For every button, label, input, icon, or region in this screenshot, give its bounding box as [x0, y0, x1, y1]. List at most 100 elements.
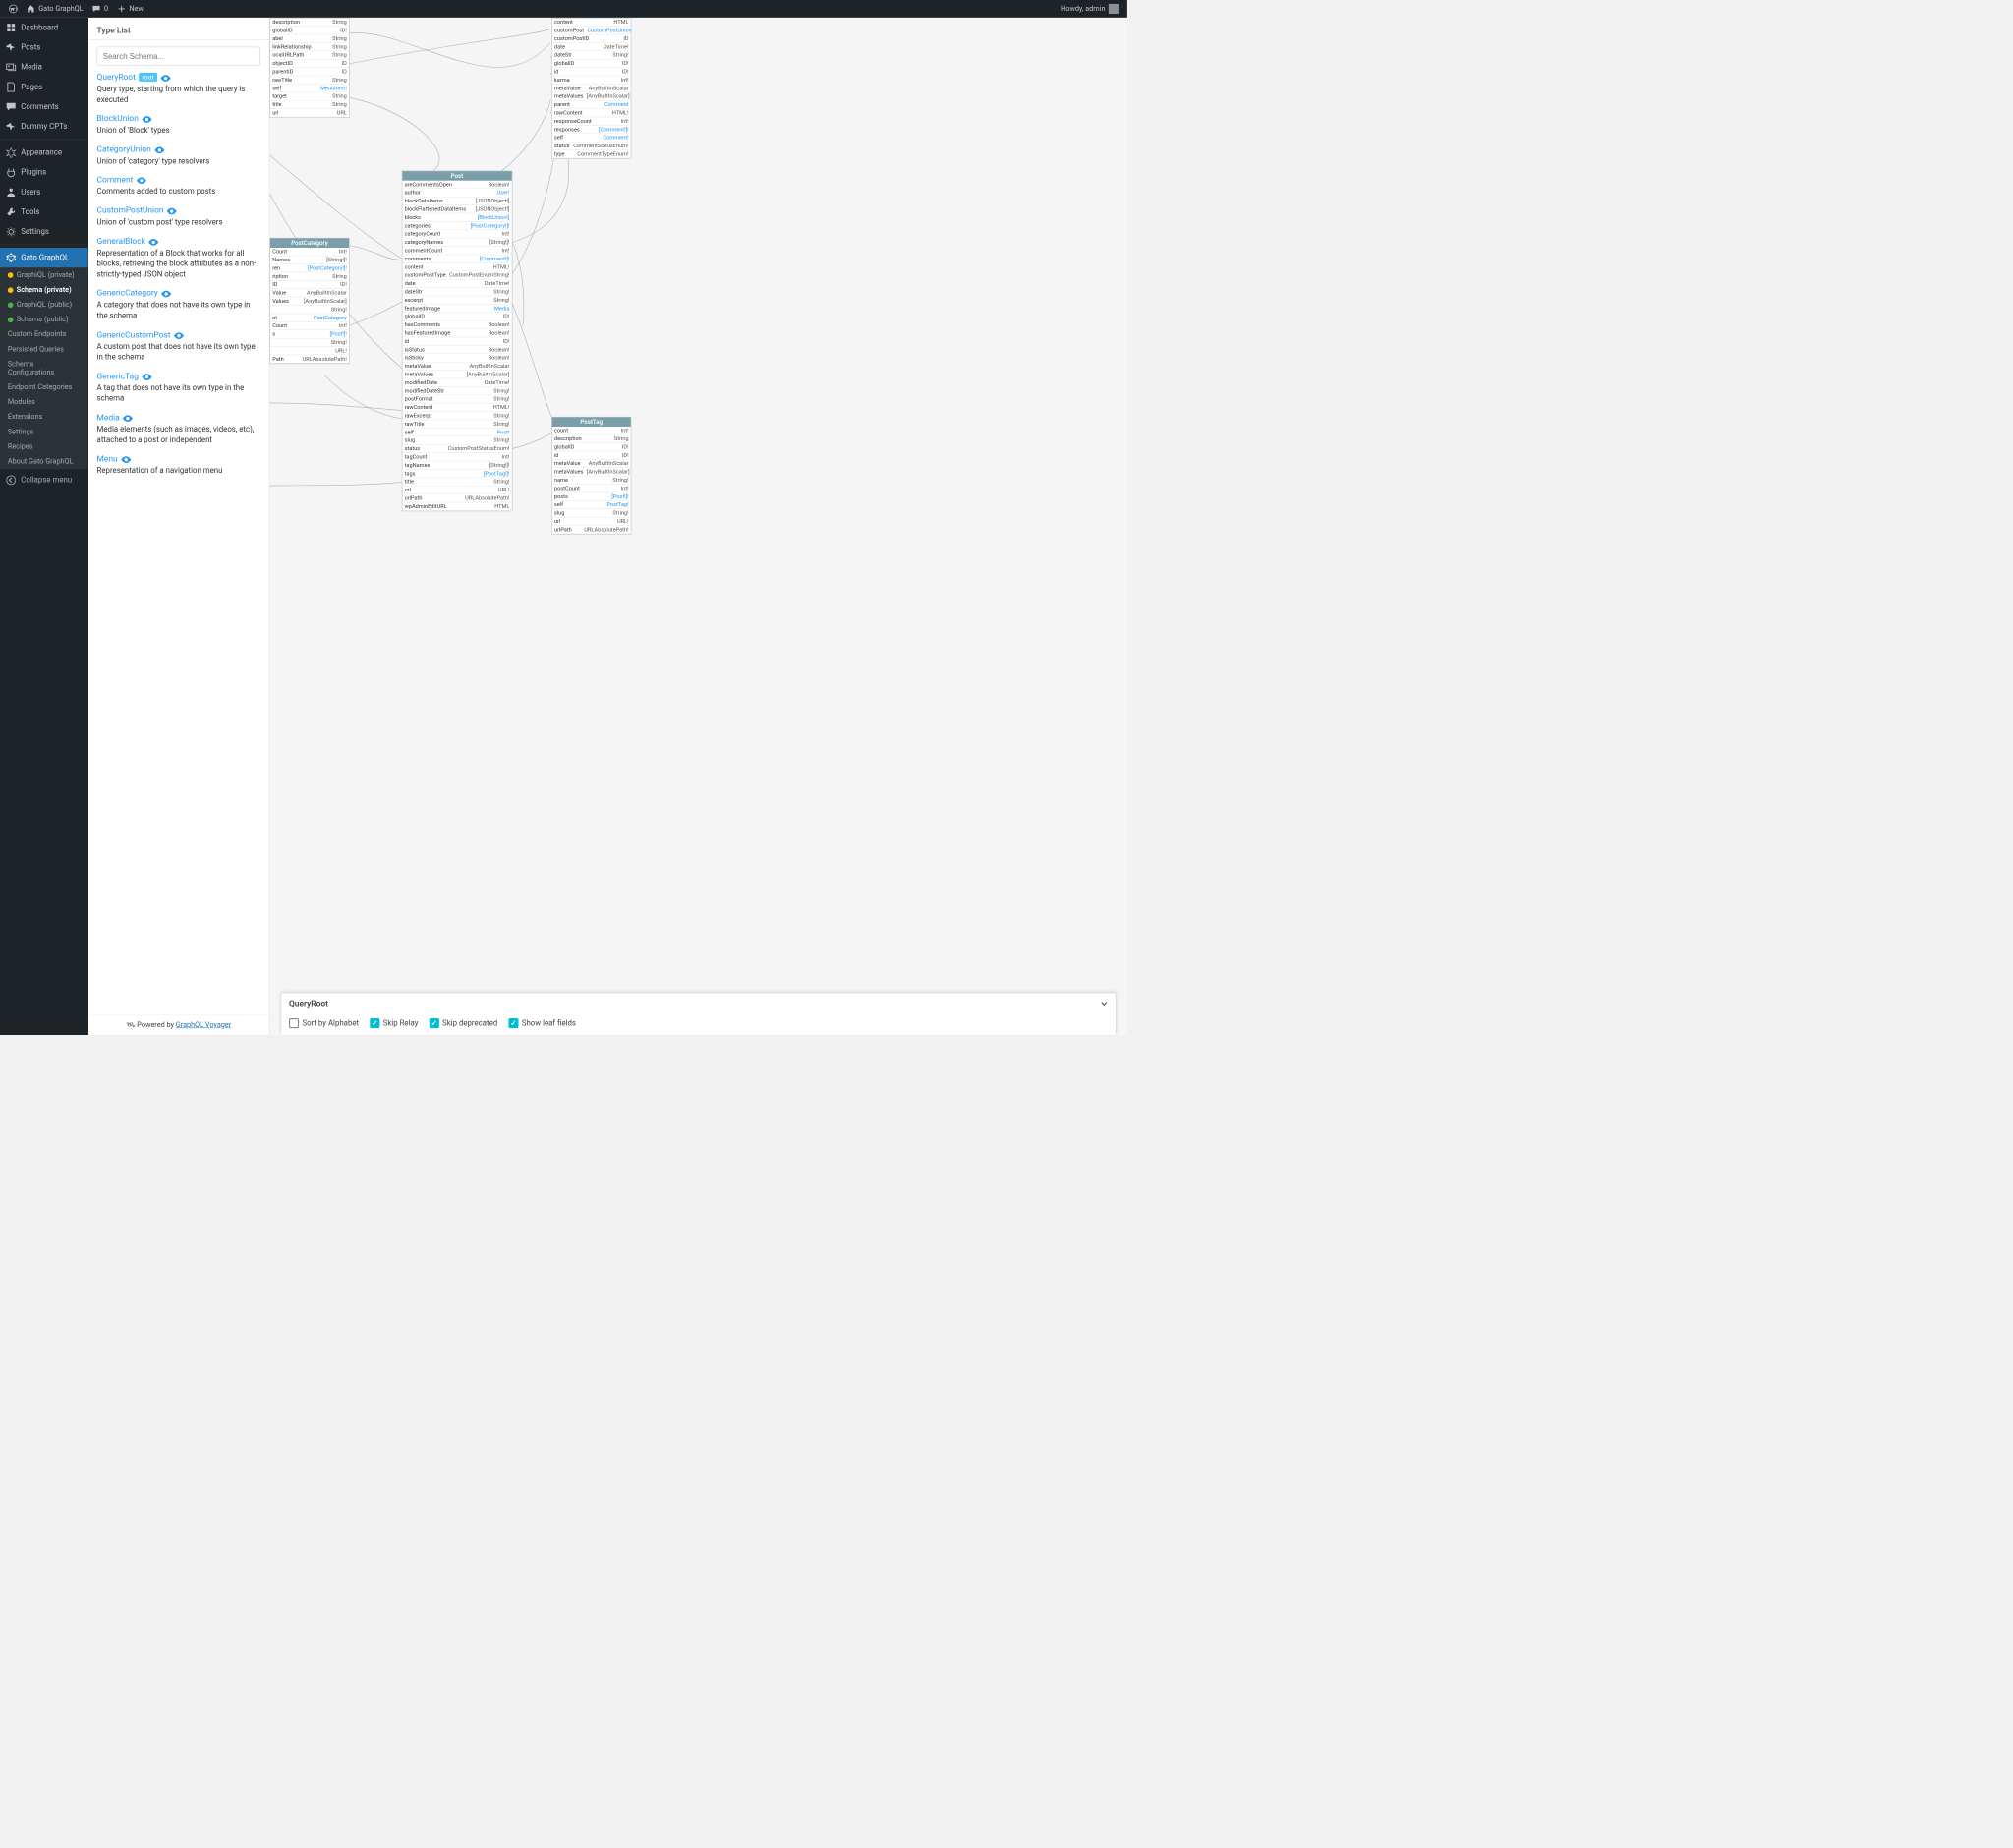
field-row[interactable]: responseCountInt! [552, 117, 631, 125]
field-row[interactable]: String! [270, 338, 349, 346]
search-input[interactable] [97, 47, 260, 66]
field-row[interactable]: isStatusBoolean! [402, 346, 511, 354]
sub-schema-public-[interactable]: Schema (public) [0, 313, 88, 327]
voyager-link[interactable]: GraphQL Voyager [176, 1021, 231, 1029]
sub-schema-private-[interactable]: Schema (private) [0, 282, 88, 297]
field-row[interactable]: linkRelationshipString [270, 43, 349, 51]
node-postcategory[interactable]: PostCategoryCountInt!Names[String!]!ren[… [269, 238, 349, 364]
field-row[interactable]: riptionString [270, 272, 349, 280]
type-list[interactable]: QueryRoot root Query type, starting from… [88, 70, 269, 1015]
menu-settings[interactable]: Settings [0, 222, 88, 242]
field-row[interactable]: comments[Comment!]! [402, 255, 511, 262]
field-row[interactable]: idID! [402, 337, 511, 345]
menu-tools[interactable]: Tools [0, 202, 88, 222]
sub-settings[interactable]: Settings [0, 425, 88, 439]
field-row[interactable]: String! [270, 306, 349, 314]
type-item[interactable]: GenericTag A tag that does not have its … [97, 371, 260, 404]
field-row[interactable]: metaValueAnyBuiltInScalar [552, 460, 631, 468]
field-row[interactable]: metaValueAnyBuiltInScalar [552, 85, 631, 92]
collapse-menu[interactable]: Collapse menu [0, 469, 88, 491]
new-content[interactable]: New [113, 0, 148, 18]
menu-appearance[interactable]: Appearance [0, 143, 88, 162]
sub-extensions[interactable]: Extensions [0, 410, 88, 425]
field-row[interactable]: URL! [270, 347, 349, 355]
field-row[interactable]: dateDateTime! [402, 279, 511, 287]
sub-graphiql-public-[interactable]: GraphiQL (public) [0, 297, 88, 312]
type-item[interactable]: QueryRoot root Query type, starting from… [97, 72, 260, 105]
field-row[interactable]: tagNames[String!]! [402, 461, 511, 469]
field-row[interactable]: idID! [552, 451, 631, 459]
field-row[interactable]: tags[PostTag!]! [402, 470, 511, 478]
field-row[interactable]: CountInt! [270, 248, 349, 256]
node-comment-partial[interactable]: contentHTMLcustomPostCustomPostUnioncust… [551, 18, 631, 159]
field-row[interactable]: rawExcerptString! [402, 412, 511, 420]
field-row[interactable]: blockDataItems[JSONObject!] [402, 197, 511, 204]
field-row[interactable]: rawTitleString [270, 76, 349, 84]
field-row[interactable]: countInt! [552, 427, 631, 434]
field-row[interactable]: categoryNames[String!]! [402, 238, 511, 246]
field-row[interactable]: modifiedDateStrString! [402, 387, 511, 395]
relay-checkbox[interactable]: Skip Relay [370, 1018, 418, 1028]
field-row[interactable]: ntPostCategory [270, 314, 349, 321]
leaf-checkbox[interactable]: Show leaf fields [508, 1018, 576, 1028]
menu-pages[interactable]: Pages [0, 77, 88, 96]
field-row[interactable]: ocalURLPathString [270, 51, 349, 59]
field-row[interactable]: postFormatString! [402, 395, 511, 403]
node-posttag[interactable]: PostTagcountInt!descriptionStringglobalI… [551, 417, 631, 535]
sub-about-gato-graphql[interactable]: About Gato GraphQL [0, 454, 88, 469]
type-item[interactable]: CustomPostUnion Union of 'custom post' t… [97, 205, 260, 228]
field-row[interactable]: customPostCustomPostUnion [552, 27, 631, 34]
field-row[interactable]: postCountInt! [552, 485, 631, 492]
field-row[interactable]: tagCountInt! [402, 453, 511, 461]
field-row[interactable]: metaValues[AnyBuiltInScalar] [552, 468, 631, 476]
field-row[interactable]: ren[PostCategory!]! [270, 264, 349, 272]
field-row[interactable]: featuredImageMedia [402, 305, 511, 313]
type-item[interactable]: GeneralBlock Representation of a Block t… [97, 236, 260, 280]
field-row[interactable]: idID! [552, 68, 631, 76]
field-row[interactable]: commentCountInt! [402, 247, 511, 255]
field-row[interactable]: karmaInt! [552, 76, 631, 84]
field-row[interactable]: dateStrString! [552, 51, 631, 59]
field-row[interactable]: slugString! [402, 436, 511, 444]
field-row[interactable]: areCommentsOpenBoolean! [402, 181, 511, 189]
sub-custom-endpoints[interactable]: Custom Endpoints [0, 327, 88, 342]
field-row[interactable]: customPostTypeCustomPostEnumString! [402, 271, 511, 279]
type-item[interactable]: BlockUnion Union of 'Block' types [97, 113, 260, 136]
type-item[interactable]: Menu Representation of a navigation menu [97, 453, 260, 476]
field-row[interactable]: rawContentHTML! [402, 403, 511, 411]
field-row[interactable]: wpAdminEditURLHTML [402, 502, 511, 510]
field-row[interactable]: authorUser! [402, 189, 511, 197]
field-row[interactable]: CountInt! [270, 322, 349, 330]
field-row[interactable]: PathURLAbsolutePath! [270, 355, 349, 363]
field-row[interactable]: urlPathURLAbsolutePath! [552, 526, 631, 534]
field-row[interactable]: posts[Post!]! [552, 492, 631, 500]
wp-logo[interactable] [4, 0, 22, 18]
sort-checkbox[interactable]: Sort by Alphabet [289, 1018, 359, 1028]
field-row[interactable]: Values[AnyBuiltInScalar] [270, 297, 349, 305]
field-row[interactable]: titleString [270, 100, 349, 108]
field-row[interactable]: selfComment! [552, 134, 631, 142]
field-row[interactable]: abelString [270, 34, 349, 42]
field-row[interactable]: slugString! [552, 509, 631, 517]
field-row[interactable]: parentComment [552, 100, 631, 108]
menu-gato-graphql[interactable]: Gato GraphQL [0, 248, 88, 267]
field-row[interactable]: Names[String!]! [270, 256, 349, 263]
field-row[interactable]: contentHTML! [402, 263, 511, 271]
type-item[interactable]: Comment Comments added to custom posts [97, 175, 260, 198]
chevron-down-icon[interactable] [1100, 1000, 1108, 1008]
site-name[interactable]: Gato GraphQL [22, 0, 87, 18]
field-row[interactable]: parentIDID [270, 68, 349, 76]
field-row[interactable]: hasFeaturedImageBoolean! [402, 329, 511, 337]
field-row[interactable]: isStickyBoolean! [402, 354, 511, 362]
type-item[interactable]: Media Media elements (such as images, vi… [97, 412, 260, 445]
field-row[interactable]: statusCustomPostStatusEnum! [402, 444, 511, 452]
sub-persisted-queries[interactable]: Persisted Queries [0, 342, 88, 357]
field-row[interactable]: urlURL! [552, 517, 631, 525]
field-row[interactable]: selfPostTag! [552, 501, 631, 509]
sub-modules[interactable]: Modules [0, 395, 88, 410]
sub-schema-configurations[interactable]: Schema Configurations [0, 357, 88, 380]
type-item[interactable]: GenericCategory A category that does not… [97, 288, 260, 321]
sub-graphiql-private-[interactable]: GraphiQL (private) [0, 267, 88, 282]
deprecated-checkbox[interactable]: Skip deprecated [430, 1018, 498, 1028]
field-row[interactable]: IDID! [270, 281, 349, 289]
